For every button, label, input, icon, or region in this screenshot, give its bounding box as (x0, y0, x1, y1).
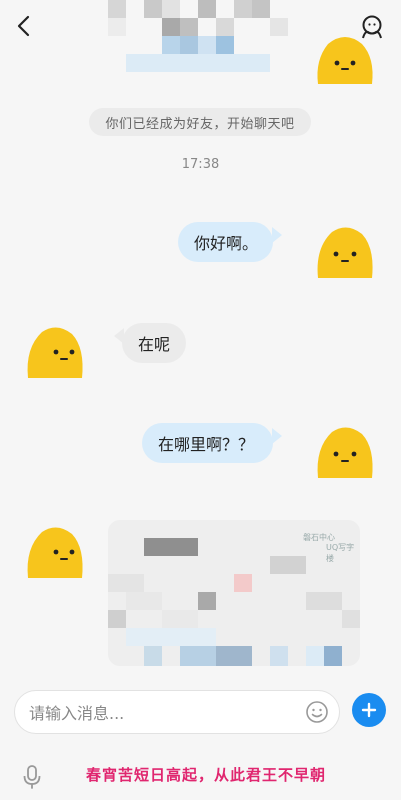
yellow-blob-avatar-icon (317, 37, 373, 84)
message-bubble-outgoing[interactable]: 在哪里啊？？ (142, 423, 273, 463)
yellow-blob-avatar-icon (317, 227, 373, 278)
voice-button[interactable] (22, 764, 42, 790)
contact-name-blurred (108, 0, 288, 72)
emoji-button[interactable] (305, 700, 329, 724)
location-map-card[interactable]: 磐石中心 UQ写字楼 (108, 520, 360, 666)
yellow-blob-avatar-icon (27, 327, 83, 378)
message-input-box[interactable] (14, 690, 340, 735)
back-button[interactable] (10, 12, 38, 40)
my-avatar[interactable] (312, 418, 378, 484)
message-bubble-incoming[interactable]: 在呢 (122, 323, 186, 363)
system-note: 你们已经成为好友，开始聊天吧 (89, 108, 311, 136)
yellow-blob-avatar-icon (317, 427, 373, 478)
microphone-icon (23, 765, 41, 789)
plus-icon (361, 702, 377, 718)
bubble-tail (272, 227, 282, 243)
my-avatar[interactable] (312, 26, 378, 92)
bubble-tail (272, 428, 282, 444)
handwritten-signature: 春宵苦短日高起，从此君王不早朝 (86, 766, 327, 784)
contact-avatar[interactable] (22, 318, 88, 384)
chevron-left-icon (17, 15, 30, 37)
message-bubble-outgoing[interactable]: 你好啊。 (178, 222, 273, 262)
composer-area: 春宵苦短日高起，从此君王不早朝 (0, 680, 401, 800)
smiley-icon (306, 701, 328, 723)
my-avatar[interactable] (312, 218, 378, 284)
more-actions-button[interactable] (352, 693, 386, 727)
contact-avatar[interactable] (22, 518, 88, 584)
message-input[interactable] (27, 691, 301, 735)
map-label: UQ写字楼 (326, 543, 355, 563)
yellow-blob-avatar-icon (27, 527, 83, 578)
message-timestamp: 17:38 (181, 157, 220, 172)
